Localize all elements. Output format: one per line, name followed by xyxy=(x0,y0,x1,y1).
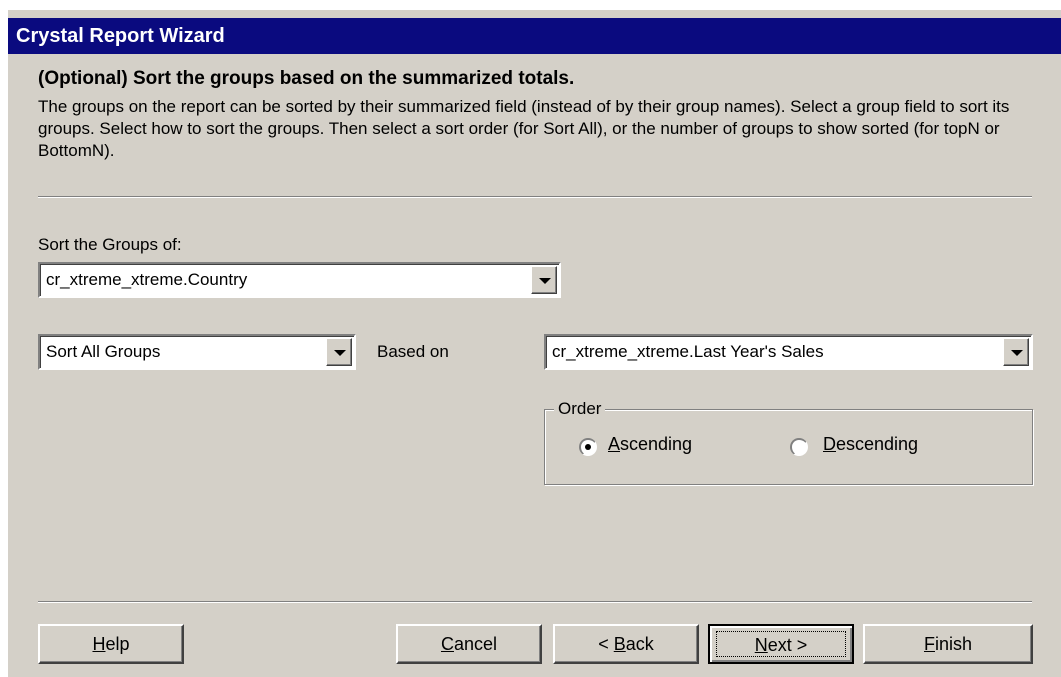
radio-unchecked-icon[interactable] xyxy=(790,438,808,456)
bottom-separator xyxy=(38,601,1032,603)
based-on-value: cr_xtreme_xtreme.Last Year's Sales xyxy=(552,342,824,361)
chevron-down-icon[interactable] xyxy=(531,266,557,294)
chevron-down-icon[interactable] xyxy=(1003,338,1029,366)
based-on-dropdown[interactable]: cr_xtreme_xtreme.Last Year's Sales xyxy=(544,334,1033,370)
ascending-radio-label[interactable]: Ascending xyxy=(608,434,692,455)
back-button[interactable]: < Back xyxy=(553,624,699,664)
page-heading: (Optional) Sort the groups based on the … xyxy=(38,68,575,89)
sort-type-value: Sort All Groups xyxy=(46,342,161,361)
next-button[interactable]: Next > xyxy=(708,624,854,664)
descending-radio-label[interactable]: Descending xyxy=(823,434,918,455)
sort-groups-dropdown[interactable]: cr_xtreme_xtreme.Country xyxy=(38,262,561,298)
focus-rect: Next > xyxy=(716,631,846,657)
sort-type-dropdown[interactable]: Sort All Groups xyxy=(38,334,356,370)
finish-button[interactable]: Finish xyxy=(863,624,1033,664)
wizard-window: Crystal Report Wizard (Optional) Sort th… xyxy=(8,10,1061,677)
sort-groups-label: Sort the Groups of: xyxy=(38,235,182,254)
top-separator xyxy=(38,196,1032,198)
cancel-button[interactable]: Cancel xyxy=(396,624,542,664)
chevron-down-icon[interactable] xyxy=(326,338,352,366)
sort-groups-value: cr_xtreme_xtreme.Country xyxy=(46,270,248,289)
based-on-label: Based on xyxy=(377,342,449,361)
title-bar: Crystal Report Wizard xyxy=(8,18,1061,54)
radio-checked-icon[interactable] xyxy=(579,438,597,456)
window-title: Crystal Report Wizard xyxy=(16,25,225,47)
help-button[interactable]: Help xyxy=(38,624,184,664)
order-legend: Order xyxy=(554,399,606,419)
page-description: The groups on the report can be sorted b… xyxy=(38,97,1010,160)
